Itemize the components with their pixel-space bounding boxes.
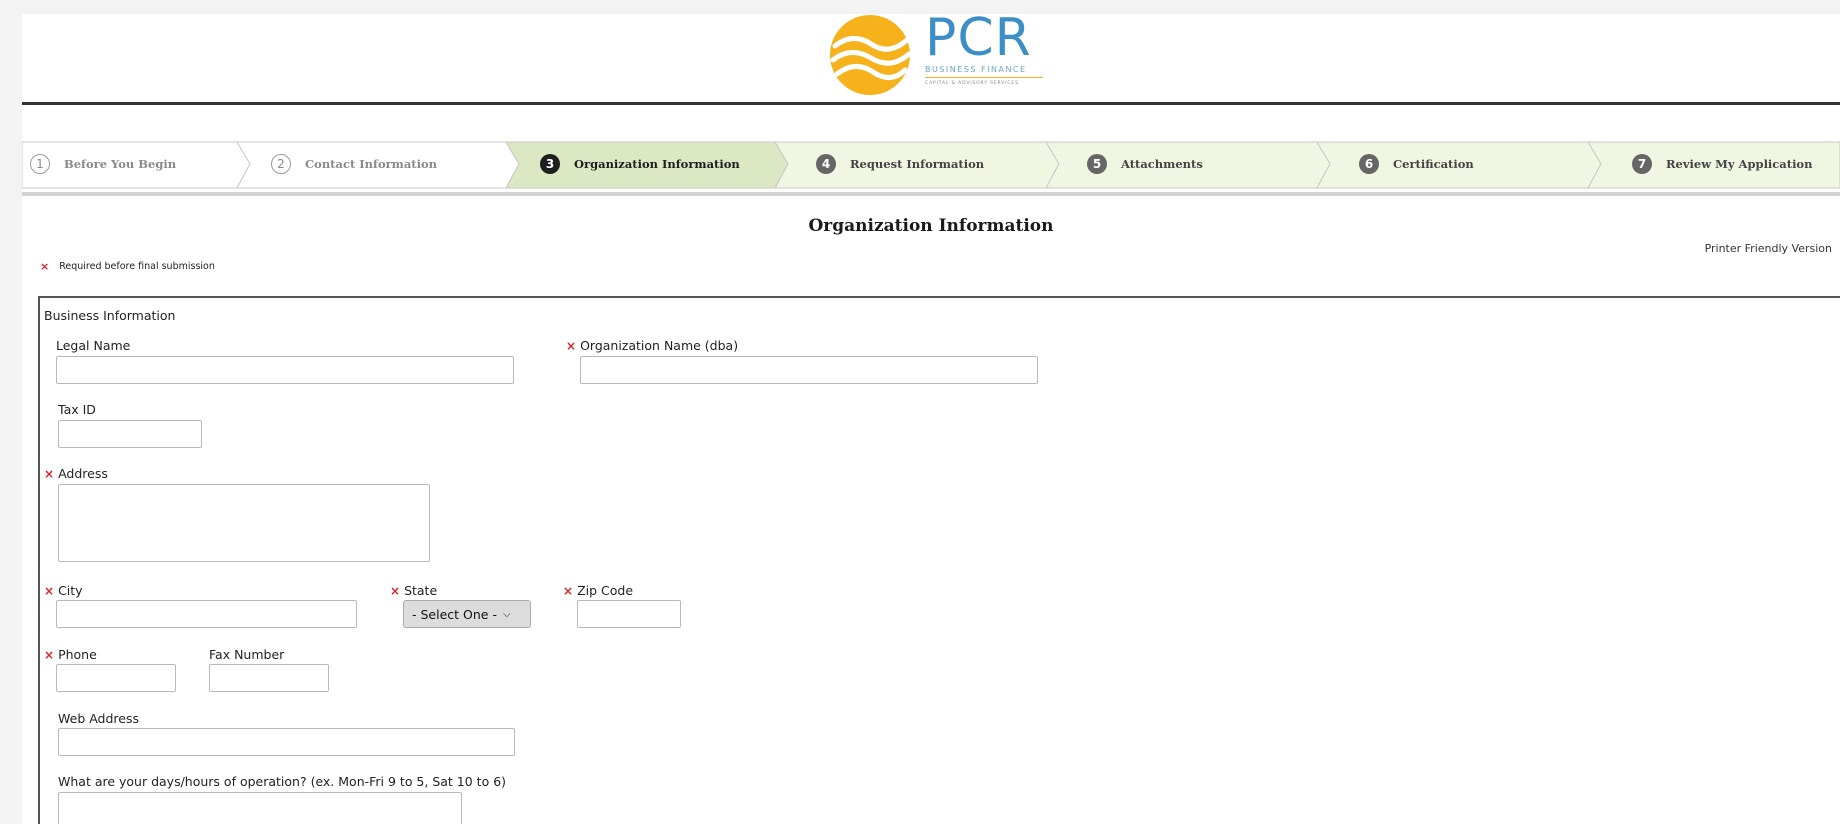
step-label: Certification — [1393, 157, 1474, 171]
organization-name-input[interactable] — [580, 356, 1038, 384]
fax-number-label-text: Fax Number — [209, 647, 285, 662]
step-number: 2 — [271, 154, 291, 174]
step-number: 5 — [1087, 154, 1107, 174]
hours-label-text: What are your days/hours of operation? (… — [58, 774, 507, 789]
required-icon: × — [44, 584, 55, 598]
zip-code-label: × Zip Code — [563, 583, 633, 598]
brand-name: PCR — [925, 14, 1032, 68]
wizard-step-request-information[interactable]: 4 Request Information — [816, 154, 984, 174]
organization-name-label-text: Organization Name (dba) — [580, 338, 739, 353]
fax-number-label: Fax Number — [209, 647, 284, 662]
hours-textarea[interactable] — [58, 792, 462, 824]
web-address-label-text: Web Address — [58, 711, 140, 726]
phone-input[interactable] — [56, 664, 176, 692]
pcr-logo: PCR BUSINESS FINANCE CAPITAL & ADVISORY … — [829, 14, 1069, 96]
brand-subtagline: CAPITAL & ADVISORY SERVICES — [925, 81, 1019, 86]
hours-label: What are your days/hours of operation? (… — [58, 774, 506, 789]
step-label: Request Information — [850, 157, 985, 171]
state-label: × State — [390, 583, 437, 598]
required-note: × Required before final submission — [40, 260, 215, 273]
step-label: Before You Begin — [64, 157, 177, 171]
legal-name-label-text: Legal Name — [56, 338, 131, 353]
tax-id-input[interactable] — [58, 420, 202, 448]
web-address-label: Web Address — [58, 711, 139, 726]
address-textarea[interactable] — [58, 484, 430, 562]
phone-label-text: Phone — [58, 647, 97, 662]
application-page: PCR BUSINESS FINANCE CAPITAL & ADVISORY … — [22, 14, 1840, 824]
fieldset-legend: Business Information — [44, 308, 176, 323]
web-address-input[interactable] — [58, 728, 515, 756]
required-icon: × — [44, 648, 55, 662]
required-note-text: Required before final submission — [59, 261, 215, 272]
brand-tagline: BUSINESS FINANCE — [925, 65, 1043, 78]
wizard-divider — [22, 192, 1840, 196]
zip-code-input[interactable] — [577, 600, 681, 628]
address-label: × Address — [44, 466, 108, 481]
required-icon: × — [40, 260, 50, 273]
step-number: 1 — [30, 154, 50, 174]
city-label-text: City — [58, 583, 83, 598]
state-select[interactable]: - Select One - ⌵ — [403, 600, 531, 628]
state-label-text: State — [404, 583, 438, 598]
wizard-step-certification[interactable]: 6 Certification — [1359, 154, 1474, 174]
tax-id-label-text: Tax ID — [58, 402, 96, 417]
wizard-step-organization-information[interactable]: 3 Organization Information — [540, 154, 740, 174]
business-information-fieldset: Business Information Legal Name × Organiz… — [38, 296, 1840, 824]
tax-id-label: Tax ID — [58, 402, 96, 417]
city-input[interactable] — [56, 600, 357, 628]
step-label: Contact Information — [305, 157, 438, 171]
printer-friendly-link[interactable]: Printer Friendly Version — [1705, 242, 1832, 255]
required-icon: × — [563, 584, 574, 598]
wave-sun-logo-icon — [830, 15, 911, 95]
address-label-text: Address — [58, 466, 108, 481]
legal-name-label: Legal Name — [56, 338, 130, 353]
logo-text: PCR BUSINESS FINANCE CAPITAL & ADVISORY … — [925, 14, 1043, 86]
legal-name-input[interactable] — [56, 356, 514, 384]
zip-code-label-text: Zip Code — [577, 583, 634, 598]
step-number: 7 — [1632, 154, 1652, 174]
wizard-step-attachments[interactable]: 5 Attachments — [1087, 154, 1203, 174]
step-label: Attachments — [1121, 157, 1203, 171]
step-number: 3 — [540, 154, 560, 174]
step-number: 4 — [816, 154, 836, 174]
wizard-step-review-my-application[interactable]: 7 Review My Application — [1632, 154, 1812, 174]
step-number: 6 — [1359, 154, 1379, 174]
wizard-steps: 1 Before You Begin 2 Contact Information… — [22, 126, 1840, 194]
wizard-step-before-you-begin[interactable]: 1 Before You Begin — [30, 154, 176, 174]
phone-label: × Phone — [44, 647, 97, 662]
fax-number-input[interactable] — [209, 664, 329, 692]
wizard-step-contact-information[interactable]: 2 Contact Information — [271, 154, 437, 174]
page-title: Organization Information — [808, 216, 1054, 236]
city-label: × City — [44, 583, 83, 598]
required-icon: × — [390, 584, 401, 598]
required-icon: × — [44, 467, 55, 481]
step-label: Review My Application — [1666, 157, 1813, 171]
required-icon: × — [566, 339, 577, 353]
state-select-value: - Select One - — [412, 606, 497, 622]
chevron-down-icon: ⌵ — [502, 608, 511, 620]
step-label: Organization Information — [574, 157, 740, 171]
organization-name-label: × Organization Name (dba) — [566, 338, 738, 353]
site-header: PCR BUSINESS FINANCE CAPITAL & ADVISORY … — [22, 14, 1840, 105]
